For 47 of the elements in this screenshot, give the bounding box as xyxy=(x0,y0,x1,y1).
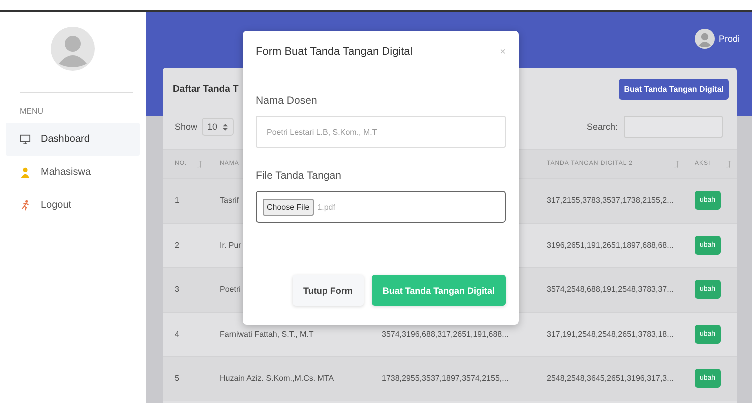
table-cell: 2 xyxy=(175,240,180,250)
monitor-icon xyxy=(20,134,31,145)
table-cell: 3196,2651,191,2651,1897,688,68... xyxy=(547,240,674,250)
table-cell: 317,191,2548,2548,2651,3783,18... xyxy=(547,330,674,339)
avatar-icon xyxy=(51,27,95,71)
table-cell: 2548,2548,3645,2651,3196,317,3... xyxy=(547,374,674,384)
sidebar-item[interactable]: Dashboard xyxy=(6,123,140,156)
field-label: Nama Dosen xyxy=(256,95,318,107)
page-size-select[interactable]: 10 xyxy=(202,118,234,136)
file-field[interactable]: Choose File 1.pdf xyxy=(256,191,506,223)
sidebar-item[interactable]: Logout xyxy=(6,189,140,222)
search-field[interactable] xyxy=(624,116,723,138)
table-cell: 3574,2548,688,191,2548,3783,37... xyxy=(547,285,674,294)
name-field[interactable]: Poetri Lestari L.B, S.Kom., M.T xyxy=(256,116,506,148)
submit-button[interactable]: Buat Tanda Tangan Digital xyxy=(372,275,506,306)
menu-heading: MENU xyxy=(20,107,45,116)
table-cell: Ir. Pur xyxy=(220,240,242,250)
choose-file-button[interactable]: Choose File xyxy=(263,198,314,216)
user-avatar-icon xyxy=(694,29,715,49)
table-cell: 317,2155,3783,3537,1738,2155,2... xyxy=(547,196,674,206)
close-form-button[interactable]: Tutup Form xyxy=(292,275,364,306)
table-cell: 1738,2955,3537,1897,3574,2155,... xyxy=(382,374,509,384)
modal-title: Form Buat Tanda Tangan Digital xyxy=(256,46,413,58)
table-cell: 5 xyxy=(175,374,180,384)
user-icon xyxy=(20,167,31,178)
table-cell: Poetri xyxy=(220,285,241,294)
table-cell: 3574,3196,688,317,2651,191,688... xyxy=(382,330,509,339)
create-signature-button[interactable]: Buat Tanda Tangan Digital xyxy=(619,78,729,100)
sort-icon[interactable] xyxy=(674,160,679,168)
table-cell: 3 xyxy=(175,285,180,294)
close-button[interactable]: × xyxy=(500,46,506,58)
sort-icon[interactable] xyxy=(726,160,731,168)
search-label: Search: xyxy=(586,122,618,132)
file-name: 1.pdf xyxy=(318,202,336,212)
sidebar-item[interactable]: Mahasiswa xyxy=(6,156,140,189)
table-cell: Tasrif xyxy=(220,196,240,206)
field-label: File Tanda Tangan xyxy=(256,170,342,182)
card-title: Daftar Tanda T xyxy=(173,84,239,94)
sort-icon[interactable] xyxy=(197,160,202,168)
table-cell: Huzain Aziz. S.Kom.,M.Cs. MTA xyxy=(220,374,334,384)
running-person-icon xyxy=(20,200,31,211)
caret-icon xyxy=(222,124,228,130)
table-cell: Farniwati Fattah, S.T., M.T xyxy=(220,330,314,339)
show-label: Show xyxy=(175,122,198,132)
user-name[interactable]: Prodi xyxy=(718,34,740,44)
table-cell: 4 xyxy=(175,330,180,339)
table-cell: 1 xyxy=(175,196,180,206)
